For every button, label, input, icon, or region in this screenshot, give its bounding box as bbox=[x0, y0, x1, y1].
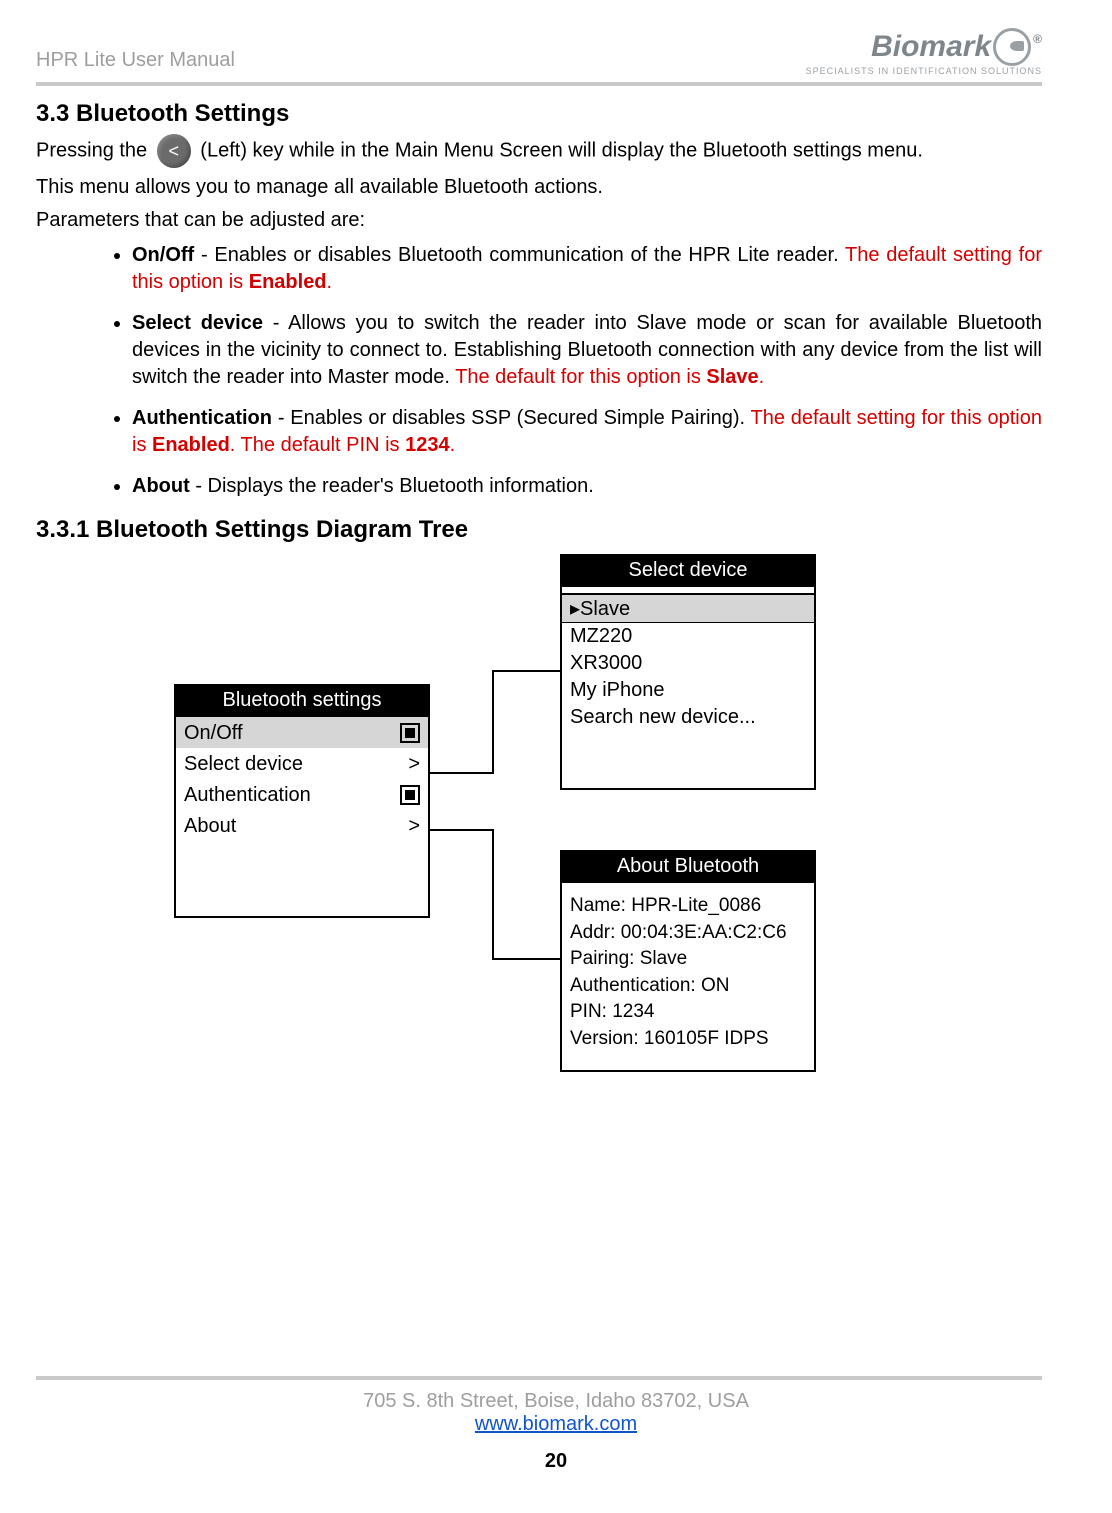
panel-title: About Bluetooth bbox=[562, 852, 814, 881]
panel-separator bbox=[562, 881, 814, 889]
connector-line bbox=[492, 670, 560, 672]
menu-row-about: About > bbox=[176, 810, 428, 841]
panel-title: Select device bbox=[562, 556, 814, 585]
panel-separator bbox=[562, 585, 814, 594]
about-line: PIN: 1234 bbox=[570, 999, 806, 1026]
fish-icon bbox=[993, 28, 1031, 66]
about-line: Authentication: ON bbox=[570, 973, 806, 1000]
connector-line bbox=[492, 670, 494, 774]
manual-title: HPR Lite User Manual bbox=[36, 49, 235, 76]
connector-line bbox=[426, 772, 494, 774]
parameter-list: On/Off - Enables or disables Bluetooth c… bbox=[36, 242, 1042, 500]
bullet-label: Authentication bbox=[132, 407, 272, 429]
row-label: About bbox=[184, 815, 236, 838]
intro-line-1: Pressing the < (Left) key while in the M… bbox=[36, 134, 1042, 168]
red-suffix: . bbox=[450, 434, 456, 456]
left-key-icon: < bbox=[157, 134, 191, 168]
intro-line-2: This menu allows you to manage all avail… bbox=[36, 174, 1042, 201]
bullet-about: About - Displays the reader's Bluetooth … bbox=[132, 473, 1042, 500]
footer-link[interactable]: www.biomark.com bbox=[475, 1413, 637, 1435]
bullet-sep: - bbox=[194, 244, 214, 266]
brand-logo: Biomark ® SPECIALISTS IN IDENTIFICATION … bbox=[806, 28, 1042, 76]
red-bold2: 1234 bbox=[405, 434, 450, 456]
connector-line bbox=[492, 958, 560, 960]
panel-about-bluetooth: About Bluetooth Name: HPR-Lite_0086 Addr… bbox=[560, 850, 816, 1072]
intro-line-3: Parameters that can be adjusted are: bbox=[36, 207, 1042, 234]
red-suffix: . bbox=[759, 366, 765, 388]
panel-select-device: Select device ▸Slave MZ220 XR3000 My iPh… bbox=[560, 554, 816, 790]
about-line: Version: 160105F IDPS bbox=[570, 1026, 806, 1053]
red-prefix: The default for this option is bbox=[455, 366, 706, 388]
red-suffix: . bbox=[327, 271, 333, 293]
bullet-text: Enables or disables Bluetooth communicat… bbox=[214, 244, 845, 266]
subsection-heading: 3.3.1 Bluetooth Settings Diagram Tree bbox=[36, 516, 1042, 544]
bullet-label: On/Off bbox=[132, 244, 194, 266]
connector-line bbox=[426, 829, 494, 831]
registered-mark: ® bbox=[1033, 32, 1042, 46]
bullet-text: Enables or disables SSP (Secured Simple … bbox=[290, 407, 750, 429]
page-footer: 705 S. 8th Street, Boise, Idaho 83702, U… bbox=[0, 1376, 1112, 1473]
bullet-text: Displays the reader's Bluetooth informat… bbox=[208, 475, 594, 497]
intro-after: (Left) key while in the Main Menu Screen… bbox=[200, 139, 923, 161]
red-bold: Enabled bbox=[152, 434, 230, 456]
footer-rule bbox=[36, 1376, 1042, 1380]
connector-line bbox=[492, 829, 494, 959]
red-mid: . The default PIN is bbox=[230, 434, 405, 456]
about-line: Pairing: Slave bbox=[570, 946, 806, 973]
intro-before: Pressing the bbox=[36, 139, 153, 161]
row-label: Select device bbox=[184, 753, 303, 776]
page-number: 20 bbox=[0, 1450, 1112, 1473]
checkbox-icon bbox=[400, 785, 420, 805]
diagram-tree: Bluetooth settings On/Off Select device … bbox=[36, 554, 1042, 1114]
bullet-default: The default for this option is Slave. bbox=[455, 366, 764, 388]
panel-title: Bluetooth settings bbox=[176, 686, 428, 717]
footer-address: 705 S. 8th Street, Boise, Idaho 83702, U… bbox=[0, 1390, 1112, 1413]
bullet-label: About bbox=[132, 475, 190, 497]
bullet-sep: - bbox=[263, 312, 288, 334]
about-info: Name: HPR-Lite_0086 Addr: 00:04:3E:AA:C2… bbox=[562, 889, 814, 1057]
device-item: My iPhone bbox=[570, 677, 806, 704]
bullet-label: Select device bbox=[132, 312, 263, 334]
selected-row-slave: ▸Slave bbox=[562, 594, 814, 623]
bullet-select-device: Select device - Allows you to switch the… bbox=[132, 310, 1042, 391]
menu-row-onoff: On/Off bbox=[176, 717, 428, 748]
panel-bluetooth-settings: Bluetooth settings On/Off Select device … bbox=[174, 684, 430, 918]
chevron-right-icon: > bbox=[408, 815, 420, 838]
device-list: MZ220 XR3000 My iPhone Search new device… bbox=[562, 623, 814, 735]
header-rule bbox=[36, 82, 1042, 86]
brand-name: Biomark bbox=[871, 30, 991, 64]
bullet-onoff: On/Off - Enables or disables Bluetooth c… bbox=[132, 242, 1042, 296]
section-heading: 3.3 Bluetooth Settings bbox=[36, 100, 1042, 128]
bullet-sep: - bbox=[272, 407, 290, 429]
about-line: Addr: 00:04:3E:AA:C2:C6 bbox=[570, 920, 806, 947]
selected-label: Slave bbox=[580, 598, 630, 620]
menu-row-select-device: Select device > bbox=[176, 748, 428, 779]
device-item: XR3000 bbox=[570, 650, 806, 677]
device-item: Search new device... bbox=[570, 704, 806, 731]
chevron-right-icon: > bbox=[408, 753, 420, 776]
red-bold: Slave bbox=[706, 366, 758, 388]
brand-tagline: SPECIALISTS IN IDENTIFICATION SOLUTIONS bbox=[806, 66, 1042, 76]
menu-row-authentication: Authentication bbox=[176, 779, 428, 810]
row-label: Authentication bbox=[184, 784, 311, 807]
selection-marker-icon: ▸ bbox=[570, 598, 580, 620]
bullet-authentication: Authentication - Enables or disables SSP… bbox=[132, 405, 1042, 459]
row-label: On/Off bbox=[184, 722, 243, 745]
about-line: Name: HPR-Lite_0086 bbox=[570, 893, 806, 920]
bullet-sep: - bbox=[190, 475, 208, 497]
device-item: MZ220 bbox=[570, 623, 806, 650]
red-bold: Enabled bbox=[249, 271, 327, 293]
checkbox-icon bbox=[400, 723, 420, 743]
